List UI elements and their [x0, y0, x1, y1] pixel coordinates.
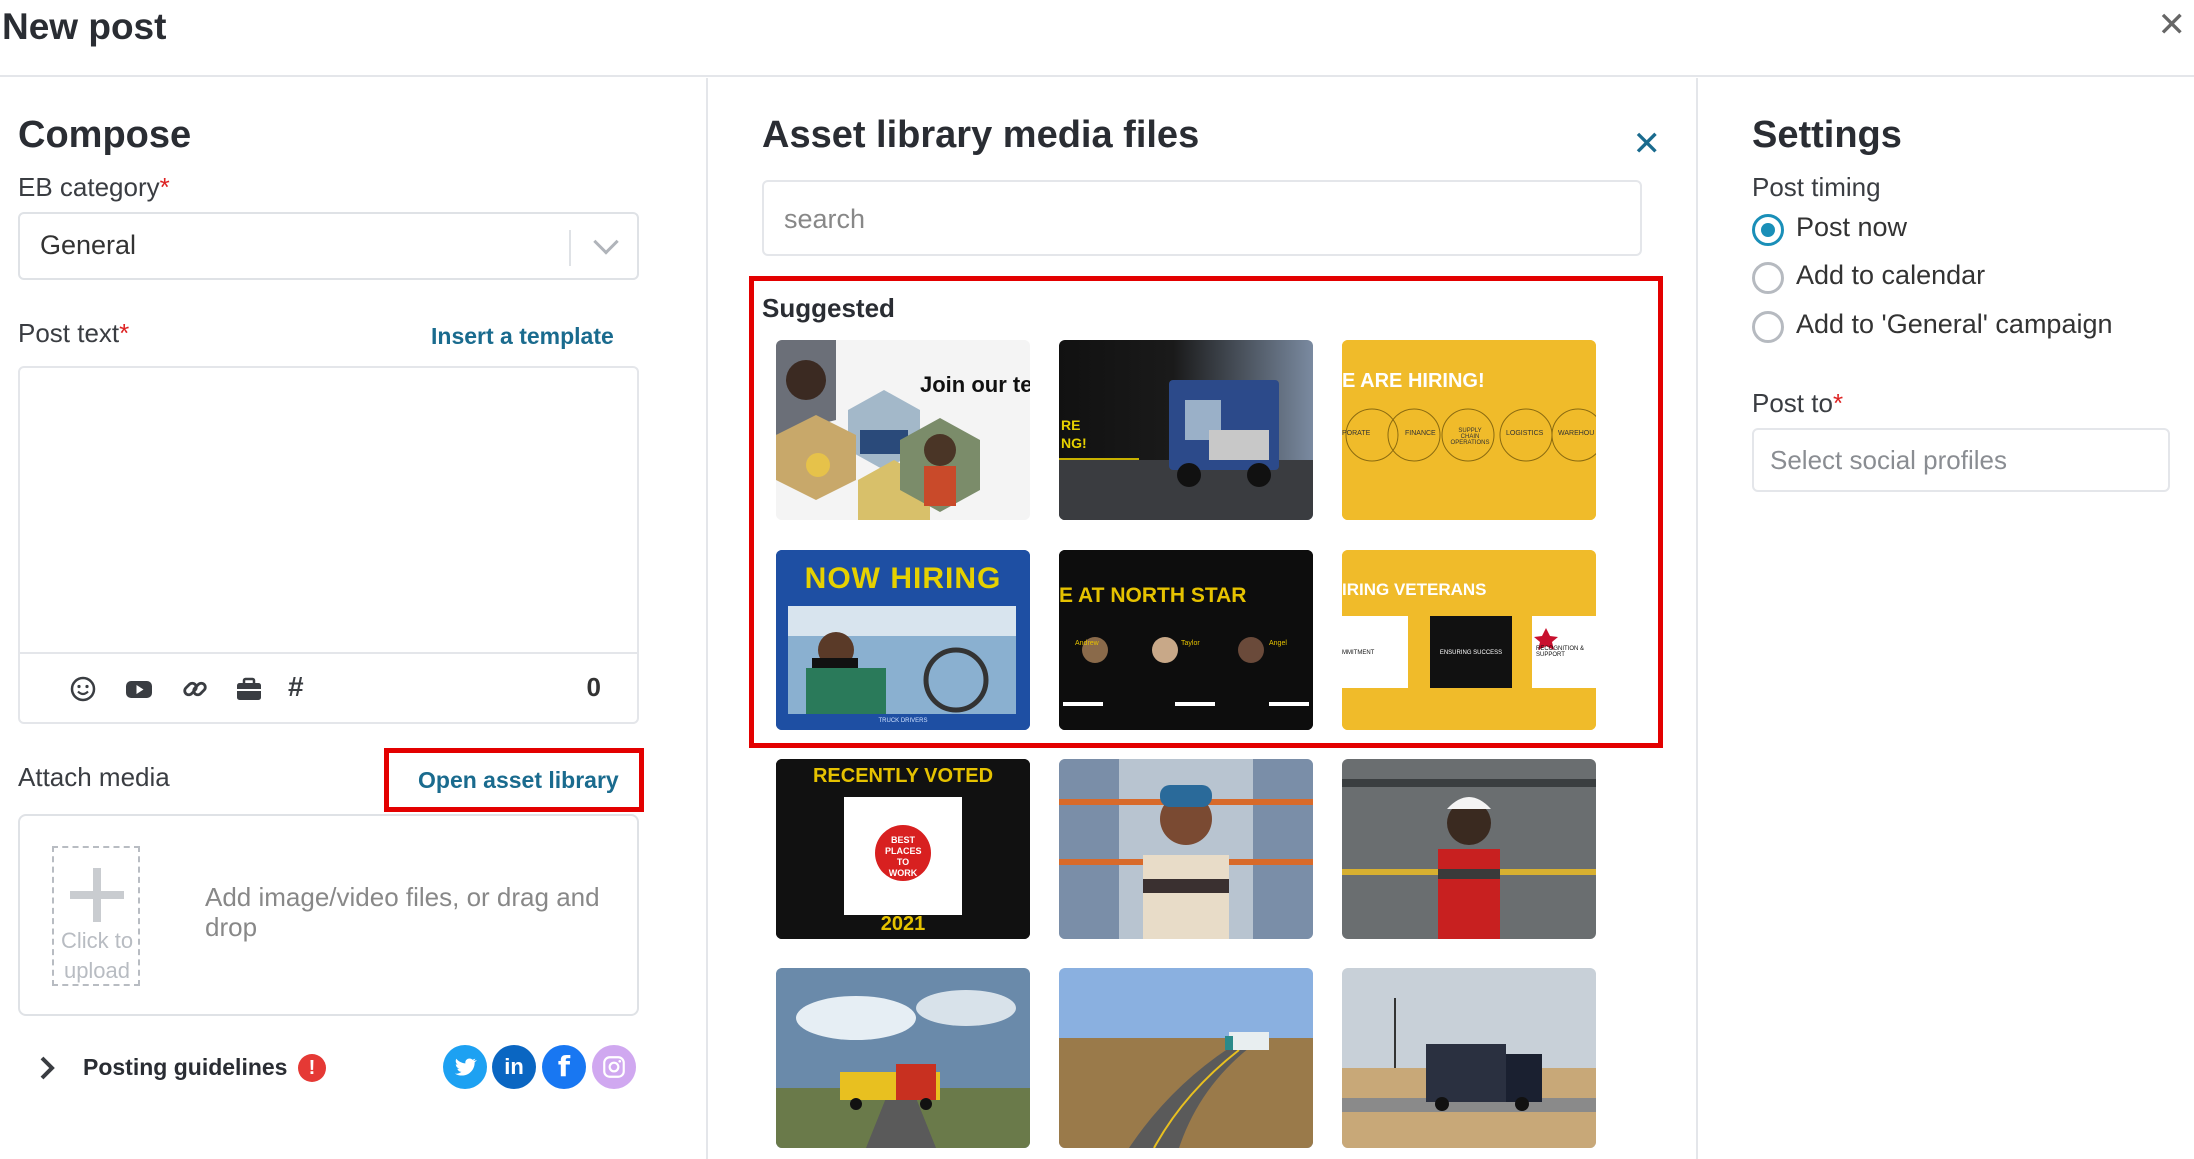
post-to-label-text: Post to: [1752, 388, 1833, 418]
open-asset-library-link[interactable]: Open asset library: [418, 767, 619, 794]
compose-heading: Compose: [18, 114, 192, 156]
thumbnail-subtext: ENSURING SUCCESS: [1439, 650, 1503, 656]
thumbnail-footer: TRUCK DRIVERS: [878, 718, 928, 724]
hashtag-icon[interactable]: #: [288, 671, 318, 702]
warning-icon: !: [298, 1054, 326, 1082]
asset-thumbnail[interactable]: RE NG!: [1059, 340, 1313, 520]
asset-thumbnail[interactable]: [776, 968, 1030, 1148]
asset-library-heading: Asset library media files: [762, 114, 1200, 156]
chevron-down-icon[interactable]: [593, 229, 619, 255]
asset-thumbnail[interactable]: [1342, 968, 1596, 1148]
linkedin-icon[interactable]: in: [492, 1045, 536, 1089]
upload-tile[interactable]: Click to upload: [52, 846, 140, 986]
thumbnail-caption: IRING VETERANS: [1342, 580, 1487, 599]
thumbnail-badge: BEST PLACES TO WORK: [885, 835, 922, 878]
required-mark: *: [1832, 388, 1844, 418]
thumbnail-caption: Join our tea: [920, 372, 1030, 397]
thumbnail-subtext: LOGISTICS: [1506, 430, 1544, 437]
category-label-text: EB category: [18, 172, 160, 202]
thumbnail-caption: E ARE HIRING!: [1342, 370, 1485, 392]
thumbnail-caption: NOW HIRING: [804, 562, 1002, 595]
compose-panel: Compose EB category* General Post text* …: [0, 78, 706, 1159]
asset-thumbnail[interactable]: IRING VETERANS MMITMENT ENSURING SUCCESS…: [1342, 550, 1596, 730]
thumbnail-caption: E AT NORTH STAR: [1059, 584, 1247, 607]
asset-search[interactable]: [762, 180, 1642, 256]
upload-tile-text: Click to upload: [60, 928, 134, 983]
thumbnail-subtext: FINANCE: [1405, 430, 1436, 437]
thumbnail-name: Taylor: [1181, 640, 1200, 647]
thumbnail-name: Andrew: [1075, 640, 1099, 647]
required-mark: *: [119, 318, 130, 348]
modal-header: New post ✕: [0, 0, 2194, 77]
youtube-icon[interactable]: [124, 674, 154, 704]
facebook-icon[interactable]: f: [542, 1045, 586, 1089]
radio-button-selected[interactable]: [1752, 214, 1784, 246]
thumbnail-year: 2021: [880, 913, 926, 935]
social-profiles-select[interactable]: Select social profiles: [1752, 428, 2170, 492]
character-count: 0: [586, 672, 601, 702]
upload-area[interactable]: Click to upload Add image/video files, o…: [18, 814, 639, 1016]
radio-button[interactable]: [1752, 262, 1784, 294]
thumbnail-subtext: WAREHOU: [1558, 430, 1595, 437]
asset-thumbnail[interactable]: [1059, 968, 1313, 1148]
suggested-label: Suggested: [762, 293, 895, 323]
radio-label: Add to 'General' campaign: [1796, 309, 2113, 339]
thumbnail-subtext: MMITMENT: [1342, 650, 1375, 656]
radio-label: Add to calendar: [1796, 260, 1986, 290]
close-asset-library-icon[interactable]: ✕: [1633, 124, 1662, 164]
social-profiles-placeholder: Select social profiles: [1770, 445, 2007, 475]
briefcase-icon[interactable]: [234, 674, 264, 704]
plus-icon-bar: [70, 891, 124, 899]
post-text-input[interactable]: # 0: [18, 366, 639, 724]
post-text-label-text: Post text: [18, 318, 120, 348]
thumbnail-caption: RE NG!: [1061, 417, 1087, 451]
asset-thumbnail[interactable]: [1342, 759, 1596, 939]
select-separator: [569, 230, 571, 266]
asset-thumbnail[interactable]: [1059, 759, 1313, 939]
category-value: General: [40, 230, 137, 260]
category-select[interactable]: General: [18, 212, 639, 280]
asset-thumbnail[interactable]: E ARE HIRING! PORATE FINANCE SUPPLY CHAI…: [1342, 340, 1596, 520]
post-to-label: Post to*: [1752, 388, 1843, 419]
asset-thumbnail[interactable]: E AT NORTH STAR Andrew Taylor Angel: [1059, 550, 1313, 730]
close-icon[interactable]: ✕: [2158, 8, 2187, 42]
settings-panel: Settings Post timing Post now Add to cal…: [1698, 78, 2194, 1159]
radio-button[interactable]: [1752, 311, 1784, 343]
asset-thumbnail[interactable]: NOW HIRING TRUCK DRIVERS: [776, 550, 1030, 730]
thumbnail-name: Angel: [1269, 640, 1287, 647]
category-label: EB category*: [18, 172, 170, 203]
twitter-icon[interactable]: [443, 1045, 487, 1089]
attach-media-label: Attach media: [18, 762, 170, 792]
modal-title: New post: [2, 6, 167, 47]
emoji-icon[interactable]: [68, 674, 98, 704]
asset-library-panel: Asset library media files ✕ Suggested Jo…: [708, 78, 1696, 1159]
post-timing-label: Post timing: [1752, 172, 1881, 202]
chevron-right-icon[interactable]: [32, 1053, 62, 1083]
insert-template-link[interactable]: Insert a template: [431, 323, 614, 350]
search-input[interactable]: [784, 200, 1604, 238]
required-mark: *: [159, 172, 170, 202]
settings-heading: Settings: [1752, 114, 1902, 156]
editor-toolbar: # 0: [20, 652, 637, 722]
asset-thumbnail[interactable]: Join our tea: [776, 340, 1030, 520]
radio-label: Post now: [1796, 212, 1908, 242]
thumbnail-subtext: PORATE: [1342, 430, 1371, 437]
instagram-icon[interactable]: [592, 1045, 636, 1089]
thumbnail-subtext: RECOGNITION & SUPPORT: [1536, 646, 1585, 658]
thumbnail-subtext: SUPPLY CHAIN OPERATIONS: [1450, 428, 1490, 446]
link-icon[interactable]: [180, 674, 210, 704]
asset-thumbnail[interactable]: RECENTLY VOTED BEST PLACES TO WORK 2021: [776, 759, 1030, 939]
post-text-label: Post text*: [18, 318, 129, 349]
upload-hint: Add image/video files, or drag and drop: [205, 882, 600, 942]
posting-guidelines-label[interactable]: Posting guidelines: [83, 1054, 287, 1081]
thumbnail-caption: RECENTLY VOTED: [812, 765, 994, 787]
